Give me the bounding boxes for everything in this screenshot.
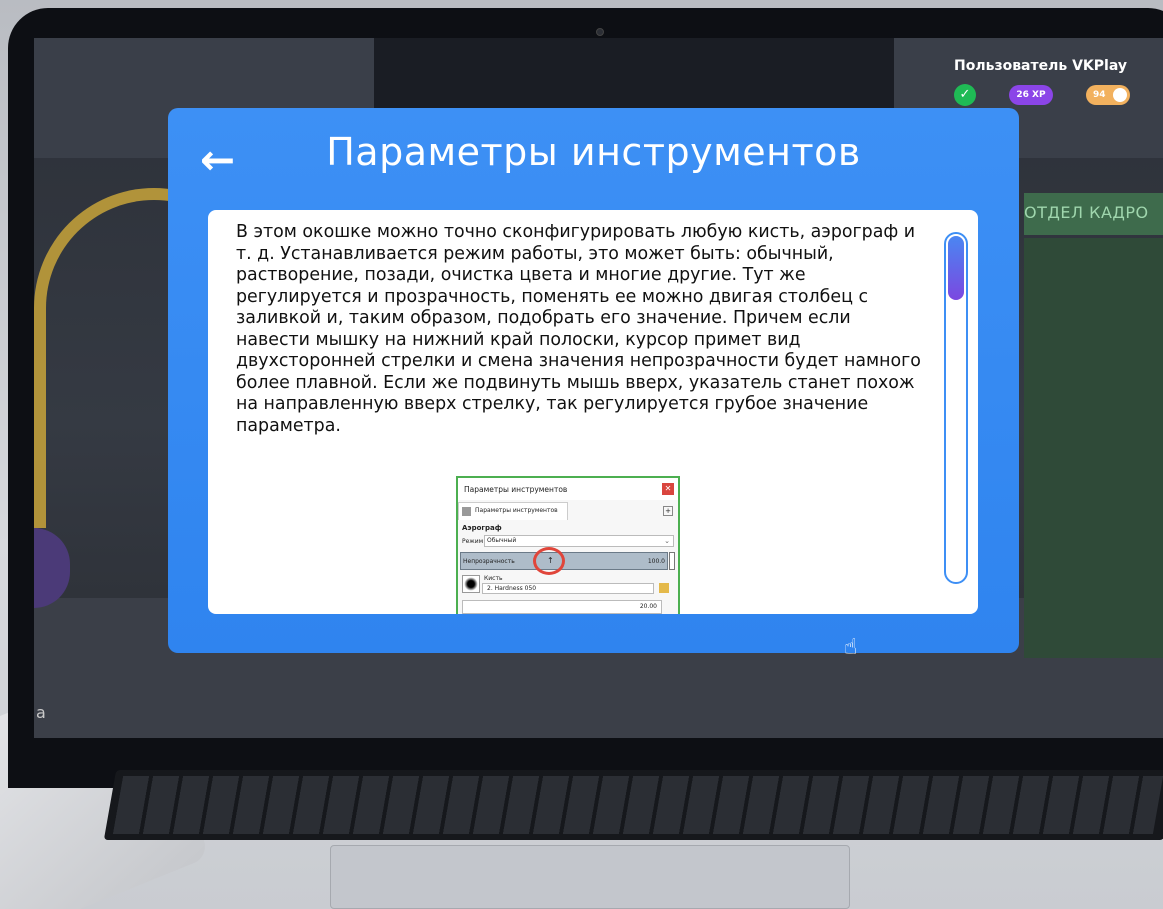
background-sign: ОТДЕЛ КАДРО: [1024, 193, 1163, 235]
modal-title: Параметры инструментов: [326, 130, 861, 174]
embed-size-value: 20.00: [639, 603, 657, 610]
tool-options-modal: ← Параметры инструментов В этом окошке м…: [168, 108, 1019, 653]
background-decor: [34, 528, 70, 608]
scrollbar-thumb[interactable]: [948, 236, 964, 300]
embed-group-label: Аэрограф: [462, 524, 502, 532]
embed-opacity-label: Непрозрачность: [463, 558, 515, 565]
hud-stats: ✓ 26 XP 94: [954, 84, 1154, 106]
embed-mode-value: Обычный: [487, 537, 517, 544]
embed-titlebar: Параметры инструментов ✕: [458, 478, 678, 500]
add-icon: +: [663, 506, 673, 516]
xp-badge: 26 XP: [1009, 85, 1053, 105]
coins-badge[interactable]: 94: [1086, 85, 1130, 105]
scrollbar[interactable]: [944, 232, 968, 584]
toggle-icon: [1113, 88, 1127, 102]
embed-tab: Параметры инструментов: [458, 502, 568, 520]
embed-spinner: [669, 552, 675, 570]
close-icon: ✕: [662, 483, 674, 495]
keyboard: [103, 770, 1163, 840]
background-wall: [1024, 238, 1163, 658]
brush-icon: [462, 575, 480, 593]
touchpad: [330, 845, 850, 909]
modal-body-text: В этом окошке можно точно сконфигурирова…: [236, 222, 921, 436]
embedded-screenshot: Параметры инструментов ✕ Параметры инстр…: [456, 476, 680, 614]
embed-opacity-value: 100.0: [647, 558, 665, 565]
embed-tab-label: Параметры инструментов: [475, 507, 558, 514]
hand-cursor-icon: ☝: [844, 635, 858, 660]
check-icon: ✓: [954, 84, 976, 106]
embed-mode-select: Обычный ⌄: [484, 535, 674, 547]
tab-icon: [462, 507, 471, 516]
chevron-down-icon: ⌄: [664, 537, 670, 545]
embed-opacity-slider: Непрозрачность 100.0 ↑: [460, 547, 668, 575]
cursor-arrow-icon: ↑: [547, 556, 554, 565]
embed-brush-label: Кисть: [484, 575, 503, 582]
keyboard-keys: [112, 776, 1163, 834]
embed-size-row: 20.00: [462, 600, 662, 614]
camera-icon: [596, 28, 604, 36]
game-screen: ОТДЕЛ КАДРО a Пользователь VKPlay ✓ 26 X…: [34, 38, 1163, 738]
edit-icon: [659, 583, 669, 593]
hud-username: Пользователь VKPlay: [954, 58, 1127, 74]
embed-window-title: Параметры инструментов: [464, 485, 568, 494]
embed-brush-field: 2. Hardness 050: [482, 583, 654, 594]
embed-mode-label: Режим: [462, 538, 484, 545]
content-card: В этом окошке можно точно сконфигурирова…: [208, 210, 978, 614]
coins-value: 94: [1093, 90, 1106, 100]
background-letter: a: [36, 703, 46, 722]
